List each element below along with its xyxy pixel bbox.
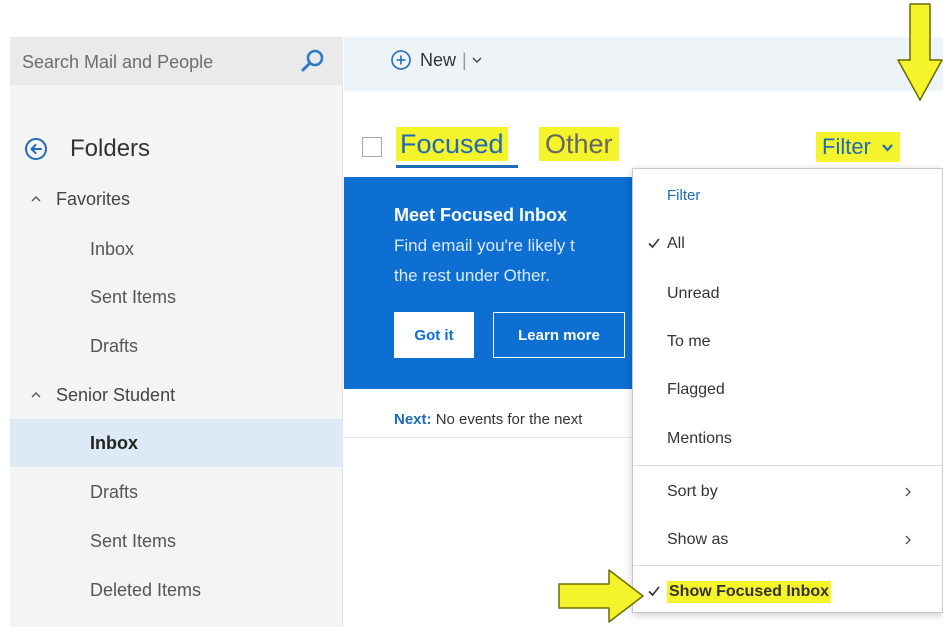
annotation-arrow-right xyxy=(558,569,644,623)
folder-pane: Folders Favorites Inbox Sent Items Draft… xyxy=(10,37,343,627)
folder-label: Sent Items xyxy=(90,530,177,551)
chevron-right-icon xyxy=(905,535,911,545)
annotation-arrow-down xyxy=(897,3,943,101)
group-label: Favorites xyxy=(56,188,131,209)
new-label: New xyxy=(420,49,457,70)
checkmark-icon xyxy=(648,238,660,249)
menu-item-label: To me xyxy=(667,333,711,350)
group-senior-student[interactable]: Senior Student xyxy=(10,371,343,419)
tab-focused[interactable]: Focused xyxy=(396,127,508,161)
menu-item-label: Show as xyxy=(667,531,729,548)
chevron-up-icon xyxy=(31,196,41,202)
filter-button[interactable]: Filter xyxy=(816,132,900,162)
got-it-button[interactable]: Got it xyxy=(394,312,474,358)
plus-circle-icon xyxy=(391,50,411,70)
banner-text-line2: the rest under Other. xyxy=(394,266,550,285)
select-all-checkbox[interactable] xyxy=(362,137,382,157)
folder-senior-drafts[interactable]: Drafts xyxy=(10,468,343,516)
folder-label: Deleted Items xyxy=(90,579,202,600)
folders-header: Folders xyxy=(24,135,150,163)
banner-title: Meet Focused Inbox xyxy=(394,205,568,225)
learn-more-button[interactable]: Learn more xyxy=(493,312,625,358)
active-tab-underline xyxy=(396,165,518,168)
menu-item-mentions[interactable]: Mentions xyxy=(633,415,943,463)
menu-item-show-focused-inbox[interactable]: Show Focused Inbox xyxy=(633,568,943,616)
menu-item-label: Sort by xyxy=(667,483,718,500)
command-bar: New | xyxy=(344,37,943,91)
group-label: Senior Student xyxy=(56,384,176,405)
menu-item-label: All xyxy=(667,235,685,252)
folder-label: Drafts xyxy=(90,335,139,356)
search-icon[interactable] xyxy=(300,48,326,74)
menu-item-show-as[interactable]: Show as xyxy=(633,516,943,564)
menu-item-label: Unread xyxy=(667,285,720,302)
menu-item-label: Mentions xyxy=(667,430,732,447)
chevron-up-icon xyxy=(31,392,41,398)
tab-other[interactable]: Other xyxy=(539,127,619,161)
next-label: Next: xyxy=(394,411,432,428)
folder-favorites-sent-items[interactable]: Sent Items xyxy=(10,273,343,321)
menu-item-sort-by[interactable]: Sort by xyxy=(633,468,943,516)
new-separator: | xyxy=(462,49,467,70)
search-input[interactable] xyxy=(22,50,292,74)
menu-item-all[interactable]: All xyxy=(633,220,943,268)
folder-label: Sent Items xyxy=(90,286,177,307)
next-events-line[interactable]: Next: No events for the next xyxy=(394,411,582,428)
folders-title: Folders xyxy=(70,135,151,162)
menu-item-label: Flagged xyxy=(667,381,725,398)
chevron-right-icon xyxy=(905,487,911,497)
folder-favorites-drafts[interactable]: Drafts xyxy=(10,322,343,370)
next-text: No events for the next xyxy=(435,411,583,428)
filter-label: Filter xyxy=(822,134,871,159)
menu-item-unread[interactable]: Unread xyxy=(633,270,943,318)
checkmark-icon xyxy=(648,586,660,597)
banner-text-line1: Find email you're likely t xyxy=(394,236,575,255)
group-favorites[interactable]: Favorites xyxy=(10,175,343,223)
folder-label: Inbox xyxy=(90,432,138,453)
menu-item-flagged[interactable]: Flagged xyxy=(633,366,943,414)
search-box xyxy=(10,37,343,85)
menu-item-to-me[interactable]: To me xyxy=(633,318,943,366)
menu-separator xyxy=(633,465,943,466)
back-arrow-icon[interactable] xyxy=(24,137,48,161)
folder-favorites-inbox[interactable]: Inbox xyxy=(10,225,343,273)
menu-item-label: Show Focused Inbox xyxy=(667,581,832,603)
folder-label: Inbox xyxy=(90,238,135,259)
menu-separator xyxy=(633,565,943,566)
folder-senior-sent-items[interactable]: Sent Items xyxy=(10,517,343,565)
banner-text: Find email you're likely t the rest unde… xyxy=(394,231,624,291)
folder-senior-deleted-items[interactable]: Deleted Items xyxy=(10,566,343,614)
folder-senior-inbox[interactable]: Inbox xyxy=(10,419,343,467)
chevron-down-icon[interactable] xyxy=(471,54,483,66)
chevron-down-icon xyxy=(882,143,893,152)
dropdown-header: Filter xyxy=(667,187,701,204)
folder-label: Drafts xyxy=(90,481,139,502)
new-message-button[interactable]: New | xyxy=(390,49,483,71)
filter-dropdown-menu: Filter All Unread To me Flagged Mentions… xyxy=(632,168,943,613)
